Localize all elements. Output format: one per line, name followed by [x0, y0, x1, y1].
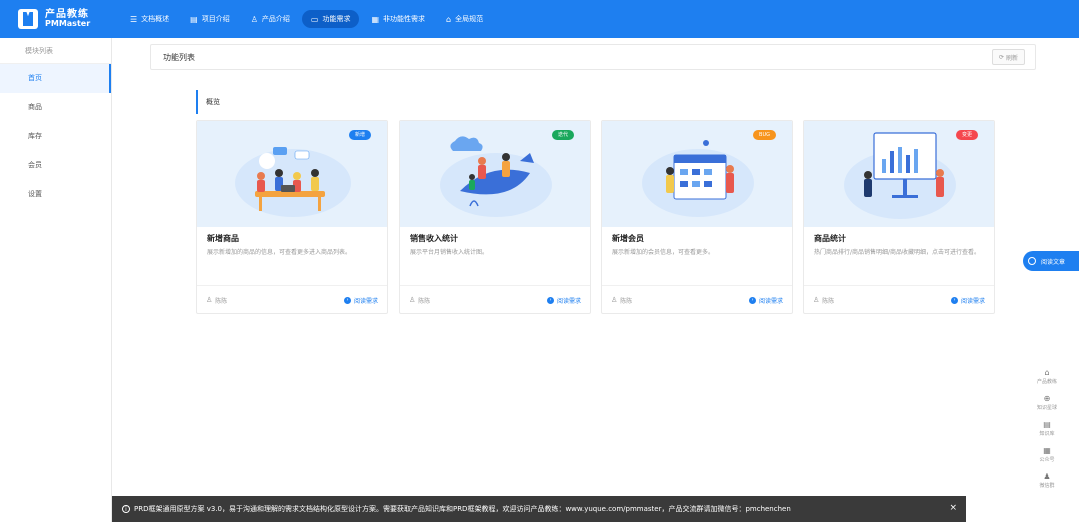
panel-header: 功能列表 ⟳ 刷新: [150, 44, 1036, 70]
status-badge: BUG: [753, 130, 776, 140]
tool-pmmaster[interactable]: ⌂ 产品教练: [1027, 363, 1067, 389]
sidebar-item-settings[interactable]: 设置: [0, 180, 111, 209]
card-illustration: 变更: [804, 121, 994, 227]
nav-item-product[interactable]: ♙ 产品介绍: [242, 10, 299, 28]
nav-item-label: 项目介绍: [201, 15, 230, 23]
read-requirement-link[interactable]: › 阅读需求: [748, 296, 783, 305]
close-icon[interactable]: ×: [949, 503, 957, 513]
arrow-circle-icon: ›: [748, 296, 756, 304]
card-title: 新增商品: [207, 234, 239, 243]
sidebar: 模块列表 首页 商品 库存 会员 设置: [0, 38, 112, 522]
arrow-circle-icon: ›: [343, 296, 351, 304]
sidebar-item-goods[interactable]: 商品: [0, 93, 111, 122]
user-icon: ♙: [611, 296, 618, 304]
notice-text: PRD框架通用原型方案 v3.0，易于沟通和理解的需求文档结构化原型设计方案。需…: [134, 505, 791, 513]
card-description: 展示新增加的商品的信息，可查看更多进入商品列表。: [207, 249, 352, 256]
refresh-label: 刷新: [1005, 54, 1018, 62]
main-nav: ☰ 文档概述 ▤ 项目介绍 ♙ 产品介绍 ▭ 功能需求 ▦ 非功能性需求 ⌂ 全…: [121, 10, 495, 28]
page-title: 功能列表: [163, 52, 195, 62]
card-description: 展示新增加的会员信息，可查看更多。: [612, 249, 715, 256]
chart-icon: ⌂: [446, 14, 452, 24]
sidebar-item-inventory[interactable]: 库存: [0, 122, 111, 151]
nav-item-project[interactable]: ▤ 项目介绍: [181, 10, 239, 28]
card-illustration: 迭代: [400, 121, 590, 227]
refresh-icon: ⟳: [998, 53, 1004, 61]
nav-item-global[interactable]: ⌂ 全局规范: [437, 10, 492, 28]
feature-card[interactable]: 新增 新增商品 展示新增加的商品的信息，可查看更多进入商品列表。 ♙ 陈陈 › 阅读…: [196, 120, 388, 314]
user-icon: ♙: [409, 296, 416, 304]
book-icon: ▤: [1043, 419, 1051, 429]
user-icon: ♙: [250, 14, 258, 24]
sidebar-item-home[interactable]: 首页: [0, 64, 111, 93]
nav-item-functional[interactable]: ▭ 功能需求: [301, 10, 360, 28]
nav-item-label: 功能需求: [322, 15, 351, 23]
nav-item-label: 文档概述: [141, 15, 170, 23]
feature-card[interactable]: 变更 商品统计 热门商品排行/商品销售明细/商品收藏明细，点击可进行查看。 ♙ 陈…: [803, 120, 995, 314]
refresh-button[interactable]: ⟳ 刷新: [991, 49, 1025, 65]
arrow-circle-icon: ›: [546, 296, 554, 304]
brand-logo[interactable]: 产品教练 PMMaster: [18, 9, 118, 29]
read-requirement-link[interactable]: › 阅读需求: [546, 296, 581, 305]
read-requirement-link[interactable]: › 阅读需求: [950, 296, 985, 305]
feature-card[interactable]: BUG 新增会员 展示新增加的会员信息，可查看更多。 ♙ 陈陈 › 阅读需求: [601, 120, 793, 314]
top-navbar: 产品教练 PMMaster ☰ 文档概述 ▤ 项目介绍 ♙ 产品介绍 ▭ 功能需…: [0, 0, 1079, 38]
list-icon: ☰: [130, 14, 138, 24]
arrow-circle-icon: ›: [950, 296, 958, 304]
tool-knowledge-base[interactable]: ▤ 知识库: [1027, 415, 1067, 441]
home-icon: ⌂: [1044, 367, 1050, 377]
group-icon: ♟: [1043, 471, 1051, 481]
card-description: 热门商品排行/商品销售明细/商品收藏明细，点击可进行查看。: [814, 249, 981, 256]
tool-wechat-group[interactable]: ♟ 微信群: [1027, 467, 1067, 493]
nav-item-nonfunctional[interactable]: ▦ 非功能性需求: [362, 10, 434, 28]
nav-item-label: 全局规范: [455, 15, 484, 23]
status-badge: 变更: [955, 130, 978, 140]
read-article-button[interactable]: 阅读文章: [1023, 251, 1079, 271]
user-icon: ♙: [206, 296, 213, 304]
status-badge: 新增: [348, 130, 371, 140]
nav-item-label: 非功能性需求: [383, 15, 426, 23]
card-title: 商品统计: [814, 234, 846, 243]
grid-icon: ▦: [371, 14, 380, 24]
card-illustration: BUG: [602, 121, 792, 227]
brand-name-en: PMMaster: [45, 19, 91, 28]
tool-knowledge-planet[interactable]: ⊕ 知识星球: [1027, 389, 1067, 415]
document-icon: ▤: [190, 14, 198, 24]
globe-icon: ⊕: [1043, 393, 1051, 403]
status-badge: 迭代: [551, 130, 574, 140]
card-author: 陈陈: [215, 297, 228, 305]
user-icon: ♙: [813, 296, 820, 304]
card-author: 陈陈: [620, 297, 633, 305]
section-title: 概览: [196, 90, 220, 114]
nav-item-label: 产品介绍: [261, 15, 290, 23]
tool-official-account[interactable]: ▦ 公众号: [1027, 441, 1067, 467]
card-illustration: 新增: [197, 121, 387, 227]
sidebar-item-members[interactable]: 会员: [0, 151, 111, 180]
circle-icon: [1028, 257, 1036, 265]
notice-bar: i PRD框架通用原型方案 v3.0，易于沟通和理解的需求文档结构化原型设计方案…: [112, 496, 966, 522]
info-icon: i: [122, 505, 130, 513]
qrcode-icon: ▦: [1043, 445, 1051, 455]
read-requirement-link[interactable]: › 阅读需求: [343, 296, 378, 305]
logo-mark-icon: [18, 9, 38, 29]
feature-card[interactable]: 迭代 销售收入统计 展示平台月销售收入统计图。 ♙ 陈陈 › 阅读需求: [399, 120, 591, 314]
calendar-icon: ▭: [310, 14, 319, 24]
nav-item-overview[interactable]: ☰ 文档概述: [121, 10, 178, 28]
card-title: 销售收入统计: [410, 234, 458, 243]
card-title: 新增会员: [612, 234, 644, 243]
card-author: 陈陈: [822, 297, 835, 305]
right-toolbar: ⌂ 产品教练 ⊕ 知识星球 ▤ 知识库 ▦ 公众号 ♟ 微信群: [1027, 363, 1067, 493]
read-article-label: 阅读文章: [1041, 258, 1066, 266]
brand-name-cn: 产品教练: [45, 9, 89, 20]
sidebar-header: 模块列表: [0, 38, 111, 64]
card-author: 陈陈: [418, 297, 431, 305]
card-description: 展示平台月销售收入统计图。: [410, 249, 489, 256]
